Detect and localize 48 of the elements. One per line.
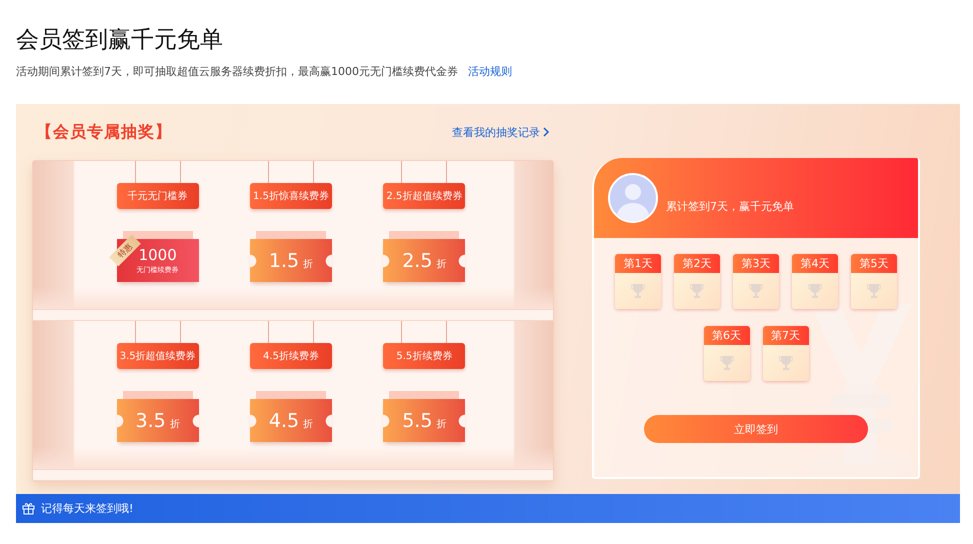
coupon-value: 4.5	[268, 412, 300, 430]
coupon-unit: 折	[436, 420, 446, 430]
prize-sign: 5.5折续费券	[383, 343, 466, 369]
coupon-backing	[256, 391, 326, 399]
coupon-backing	[122, 231, 193, 239]
coupon-unit: 折	[303, 260, 314, 270]
prize-sign: 2.5折超值续费券	[383, 183, 466, 209]
coupon-unit: 折	[303, 420, 314, 430]
coupon-backing	[122, 391, 193, 399]
coupon-value: 5.5	[402, 412, 432, 430]
coupon-backing	[389, 231, 460, 239]
page-title: 会员签到赢千元免单	[16, 26, 224, 55]
day-label: 第2天	[674, 254, 720, 273]
tip-text: 记得每天来签到哦!	[41, 501, 134, 516]
prize-sign: 千元无门槛券	[116, 183, 199, 209]
day-label: 第6天	[704, 326, 750, 345]
trophy-icon	[867, 283, 881, 299]
records-link[interactable]: 查看我的抽奖记录	[452, 124, 550, 140]
trophy-icon	[631, 283, 645, 299]
trophy-icon	[778, 355, 792, 371]
coupon-value: 1000	[138, 248, 177, 262]
coupon-value: 3.5	[136, 412, 166, 430]
coupon-unit: 折	[170, 420, 180, 430]
trophy-icon	[808, 283, 822, 299]
trophy-icon	[720, 355, 734, 371]
coupon-backing	[256, 231, 326, 239]
rules-link[interactable]: 活动规则	[468, 64, 512, 79]
lottery-title: 【会员专属抽奖】	[36, 122, 172, 142]
day-label: 第7天	[762, 326, 808, 345]
avatar-icon	[608, 173, 658, 223]
trophy-icon	[749, 283, 763, 299]
coupon-backing	[389, 391, 460, 399]
day-label: 第3天	[733, 254, 779, 273]
prize-sign: 1.5折惊喜续费券	[250, 183, 332, 209]
day-label: 第1天	[615, 254, 661, 273]
day-label: 第5天	[851, 254, 897, 273]
prize-sign: 3.5折超值续费券	[116, 343, 199, 369]
day-label: 第4天	[792, 254, 838, 273]
coupon-unit: 折	[436, 260, 446, 270]
chevron-right-icon	[543, 127, 550, 137]
trophy-icon	[690, 283, 704, 299]
description-text: 活动期间累计签到7天，即可抽取超值云服务器续费折扣，最高赢1000元无门槛续费代金券	[16, 64, 458, 79]
checkin-button[interactable]: 立即签到	[644, 415, 868, 443]
gift-icon	[22, 502, 35, 515]
prize-sign: 4.5折续费券	[250, 343, 332, 369]
checkin-message: 累计签到7天，赢千元免单	[666, 198, 794, 214]
coupon-value: 1.5	[268, 252, 300, 270]
coupon-value: 2.5	[402, 252, 432, 270]
